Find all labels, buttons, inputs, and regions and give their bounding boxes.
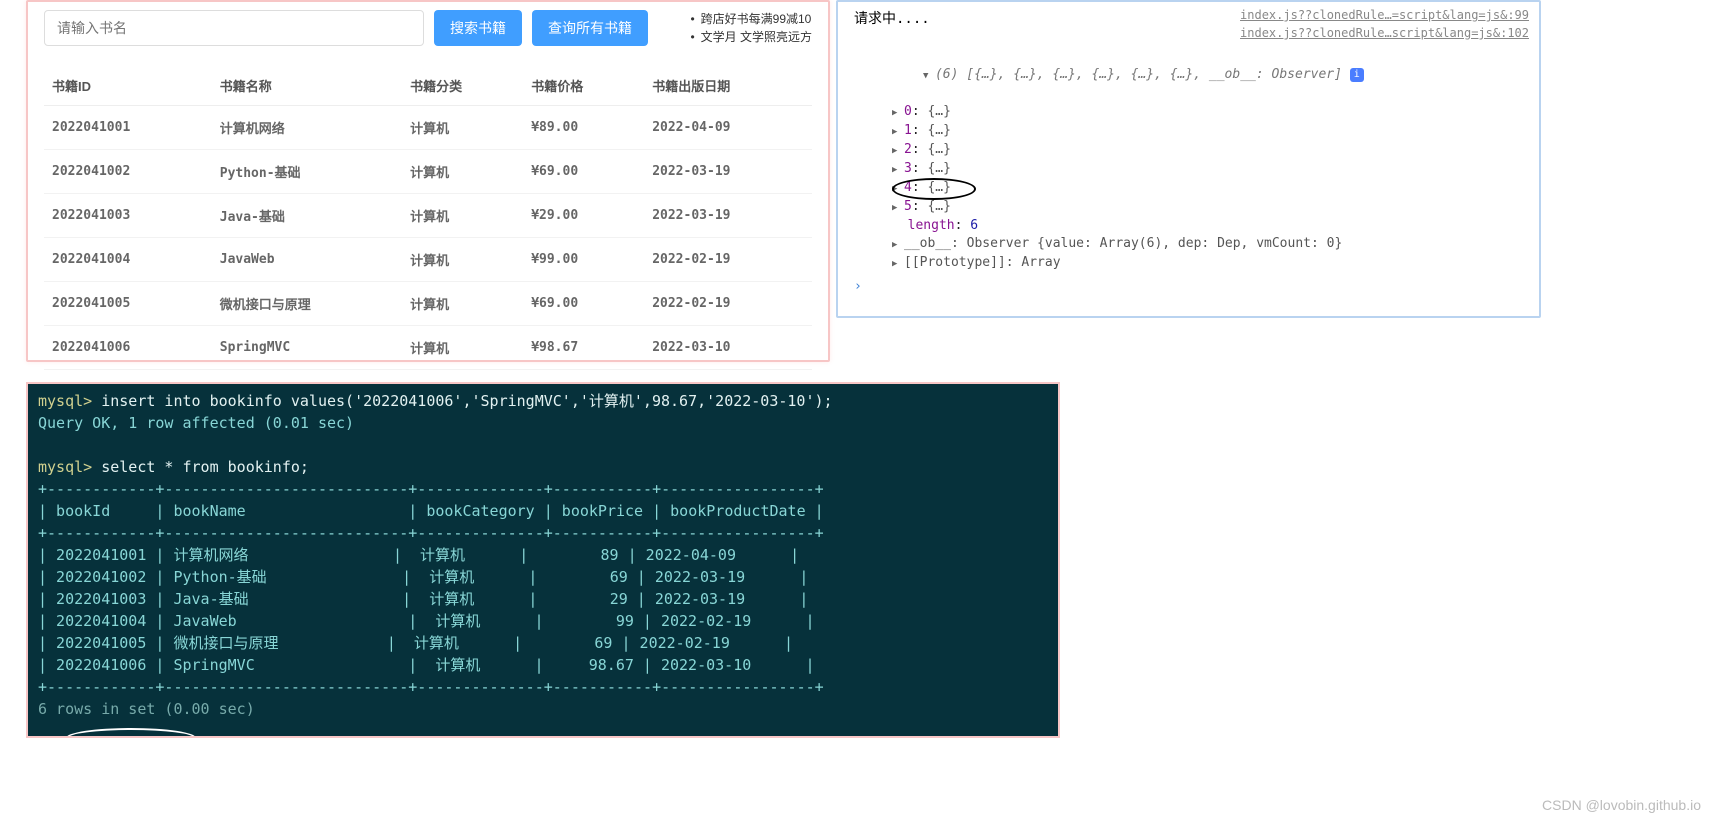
console-item[interactable]: 3: {…} (848, 160, 1529, 179)
col-date: 书籍出版日期 (644, 66, 812, 106)
col-cat: 书籍分类 (402, 66, 523, 106)
info-icon[interactable]: i (1350, 68, 1364, 82)
cell-id: 2022041002 (44, 150, 212, 194)
expand-icon[interactable] (892, 103, 904, 122)
col-price: 书籍价格 (523, 66, 644, 106)
table-row: 2022041002Python-基础计算机¥69.002022-03-19 (44, 150, 812, 194)
cell-price: ¥69.00 (523, 282, 644, 326)
cell-date: 2022-02-19 (644, 238, 812, 282)
console-item[interactable]: 2: {…} (848, 141, 1529, 160)
cell-price: ¥89.00 (523, 106, 644, 150)
table-border: +------------+--------------------------… (38, 480, 824, 498)
cell-name: 计算机网络 (212, 106, 402, 150)
console-item[interactable]: 0: {…} (848, 103, 1529, 122)
cell-id: 2022041003 (44, 194, 212, 238)
cell-cat: 计算机 (402, 194, 523, 238)
expand-icon[interactable] (892, 254, 904, 273)
table-row: 2022041004JavaWeb计算机¥99.002022-02-19 (44, 238, 812, 282)
cell-date: 2022-03-19 (644, 194, 812, 238)
cell-name: JavaWeb (212, 238, 402, 282)
cell-name: 微机接口与原理 (212, 282, 402, 326)
query-all-button[interactable]: 查询所有书籍 (532, 10, 648, 46)
sql-select: select * from bookinfo; (101, 458, 309, 476)
cell-cat: 计算机 (402, 238, 523, 282)
annotation-ellipse (66, 728, 196, 738)
cell-cat: 计算机 (402, 326, 523, 370)
table-rows: | 2022041001 | 计算机网络 | 计算机 | 89 | 2022-0… (38, 546, 815, 674)
cell-id: 2022041004 (44, 238, 212, 282)
console-prompt[interactable]: › (848, 279, 1529, 294)
source-link[interactable]: index.js??clonedRule…script&lang=js&:102 (1240, 26, 1529, 40)
array-summary[interactable]: (6) [{…}, {…}, {…}, {…}, {…}, {…}, __ob_… (848, 48, 1529, 103)
table-row: 2022041003Java-基础计算机¥29.002022-03-19 (44, 194, 812, 238)
cell-name: SpringMVC (212, 326, 402, 370)
cell-cat: 计算机 (402, 106, 523, 150)
promo-item: 文学月 文学照亮远方 (690, 28, 812, 46)
prompt: mysql> (38, 392, 101, 410)
cell-cat: 计算机 (402, 150, 523, 194)
cell-date: 2022-03-10 (644, 326, 812, 370)
sql-insert: insert into bookinfo values('2022041006'… (101, 392, 832, 410)
ob-line[interactable]: __ob__: Observer {value: Array(6), dep: … (848, 235, 1529, 254)
cell-id: 2022041006 (44, 326, 212, 370)
expand-icon[interactable] (892, 179, 904, 198)
cell-price: ¥29.00 (523, 194, 644, 238)
table-header: | bookId | bookName | bookCategory | boo… (38, 502, 824, 520)
cell-price: ¥98.67 (523, 326, 644, 370)
cell-cat: 计算机 (402, 282, 523, 326)
expand-icon[interactable] (892, 141, 904, 160)
rows-in-set: 6 rows in set (0.00 sec) (38, 700, 255, 718)
book-table: 书籍ID 书籍名称 书籍分类 书籍价格 书籍出版日期 2022041001计算机… (44, 66, 812, 370)
console-item[interactable]: 5: {…} (848, 198, 1529, 217)
devtools-console: index.js??clonedRule…=script&lang=js&:99… (836, 0, 1541, 318)
col-id: 书籍ID (44, 66, 212, 106)
source-link[interactable]: index.js??clonedRule…=script&lang=js&:99 (1240, 8, 1529, 22)
expand-icon[interactable] (892, 122, 904, 141)
search-button[interactable]: 搜索书籍 (434, 10, 522, 46)
cell-name: Python-基础 (212, 150, 402, 194)
watermark: CSDN @lovobin.github.io (1542, 797, 1701, 813)
expand-icon[interactable] (892, 160, 904, 179)
cell-price: ¥99.00 (523, 238, 644, 282)
expand-icon[interactable] (892, 198, 904, 217)
promo-list: 跨店好书每满99减10 文学月 文学照亮远方 (690, 10, 812, 46)
col-name: 书籍名称 (212, 66, 402, 106)
table-border: +------------+--------------------------… (38, 678, 824, 696)
cell-date: 2022-03-19 (644, 150, 812, 194)
length-line: length: 6 (848, 217, 1529, 235)
mysql-terminal: mysql> insert into bookinfo values('2022… (26, 382, 1060, 738)
prompt: mysql> (38, 458, 101, 476)
search-input[interactable] (44, 10, 424, 46)
console-item[interactable]: 1: {…} (848, 122, 1529, 141)
table-row: 2022041001计算机网络计算机¥89.002022-04-09 (44, 106, 812, 150)
console-item[interactable]: 4: {…} (848, 179, 1529, 198)
proto-line[interactable]: [[Prototype]]: Array (848, 254, 1529, 273)
table-border: +------------+--------------------------… (38, 524, 824, 542)
cell-id: 2022041001 (44, 106, 212, 150)
cell-date: 2022-02-19 (644, 282, 812, 326)
search-row: 搜索书籍 查询所有书籍 跨店好书每满99减10 文学月 文学照亮远方 (44, 10, 812, 46)
expand-icon[interactable] (923, 66, 935, 85)
cell-name: Java-基础 (212, 194, 402, 238)
table-header-row: 书籍ID 书籍名称 书籍分类 书籍价格 书籍出版日期 (44, 66, 812, 106)
query-ok: Query OK, 1 row affected (0.01 sec) (38, 414, 354, 432)
table-row: 2022041006SpringMVC计算机¥98.672022-03-10 (44, 326, 812, 370)
cell-price: ¥69.00 (523, 150, 644, 194)
web-ui-panel: 搜索书籍 查询所有书籍 跨店好书每满99减10 文学月 文学照亮远方 书籍ID … (26, 0, 830, 362)
expand-icon[interactable] (892, 235, 904, 254)
cell-id: 2022041005 (44, 282, 212, 326)
promo-item: 跨店好书每满99减10 (690, 10, 812, 28)
cell-date: 2022-04-09 (644, 106, 812, 150)
table-row: 2022041005微机接口与原理计算机¥69.002022-02-19 (44, 282, 812, 326)
